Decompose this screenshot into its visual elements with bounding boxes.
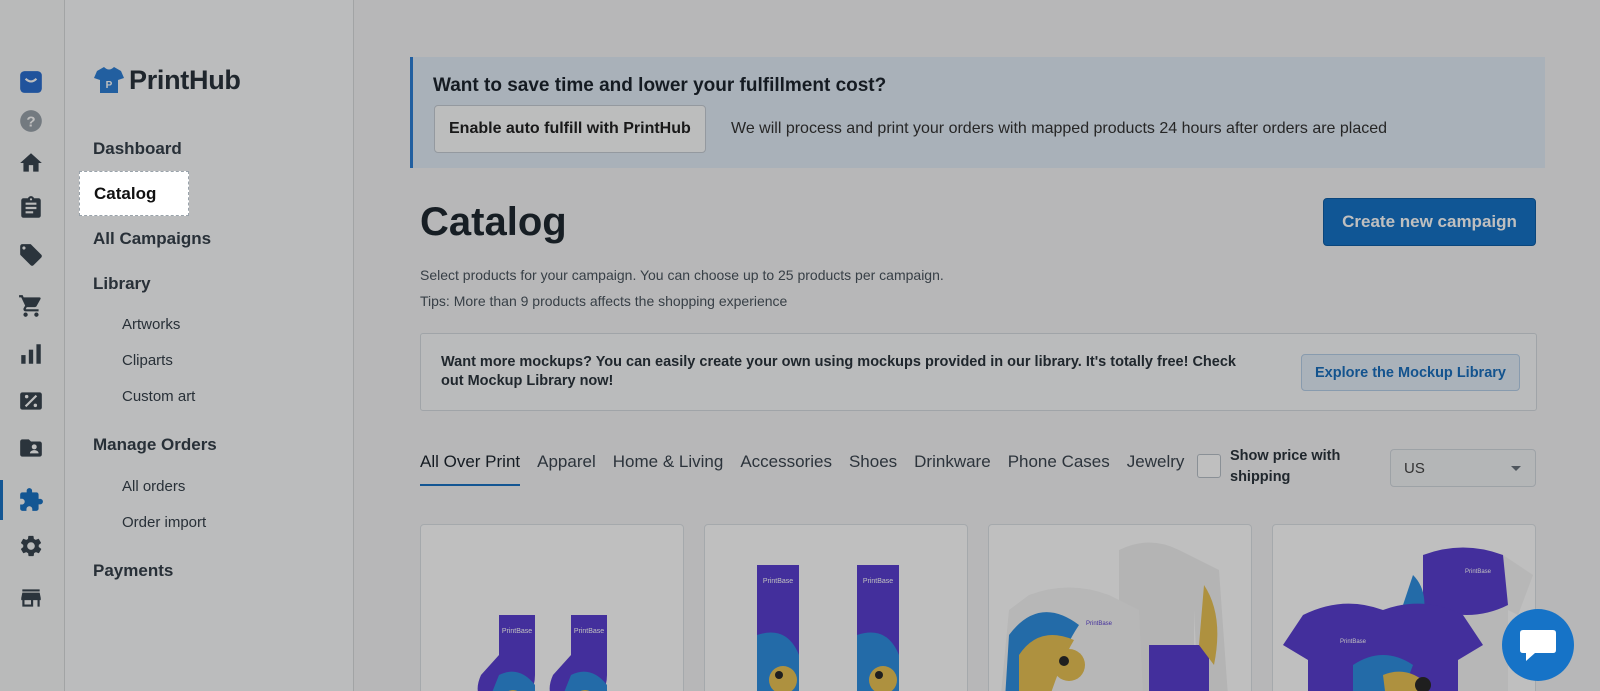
product-brand-label: PrintBase [502,628,532,635]
main-content: Want to save time and lower your fulfill… [354,0,1600,691]
page-title: Catalog [420,200,567,244]
chat-button[interactable] [1502,609,1574,681]
country-value: US [1404,459,1425,477]
country-select[interactable]: US [1390,449,1536,487]
nav-dashboard[interactable]: Dashboard [93,139,182,159]
rail-active-indicator [0,480,3,520]
tab-apparel[interactable]: Apparel [537,450,596,486]
puzzle-icon[interactable] [16,485,46,515]
category-tabs: All Over Print Apparel Home & Living Acc… [420,450,1201,488]
nav-all-campaigns[interactable]: All Campaigns [93,229,211,249]
show-price-label: Show price with shipping [1230,448,1341,485]
tab-jewelry[interactable]: Jewelry [1127,450,1185,486]
tee-image: PrintBase PrintBase [1283,547,1533,691]
product-brand-label: PrintBase [1465,569,1492,575]
nav-cliparts[interactable]: Cliparts [122,352,173,369]
product-brand-label: PrintBase [574,628,604,635]
svg-text:P: P [106,80,113,91]
nav-manage-orders[interactable]: Manage Orders [93,435,217,455]
chat-bubble-icon [1520,630,1556,661]
product-card[interactable]: PrintBase PrintBase [704,524,968,691]
enable-auto-fulfill-button[interactable]: Enable auto fulfill with PrintHub [434,105,706,153]
nav-all-orders[interactable]: All orders [122,478,185,495]
contacts-icon[interactable] [16,433,46,463]
banner-title: Want to save time and lower your fulfill… [433,75,887,96]
product-brand-label: PrintBase [763,578,793,585]
chevron-down-icon [1511,465,1521,471]
nav-catalog[interactable]: Catalog [79,171,189,216]
analytics-icon[interactable] [16,339,46,369]
product-card[interactable]: PrintBase PrintBase [1272,524,1536,691]
help-icon[interactable]: ? [16,106,46,136]
catalog-tip: Tips: More than 9 products affects the s… [420,293,788,309]
home-icon[interactable] [16,148,46,178]
product-card[interactable]: PrintBase PrintBase [420,524,684,691]
store-bag-icon[interactable] [16,67,46,97]
brand-name: PrintHub [129,64,241,95]
product-brand-label: PrintBase [1086,621,1113,627]
settings-icon[interactable] [16,531,46,561]
tab-drinkware[interactable]: Drinkware [914,450,991,486]
tab-accessories[interactable]: Accessories [740,450,832,486]
nav-order-import[interactable]: Order import [122,514,206,531]
product-grid: PrintBase PrintBase PrintBase PrintBase [420,524,1536,691]
banner-text: We will process and print your orders wi… [731,120,1388,137]
discount-icon[interactable] [16,386,46,416]
tshirt-logo-icon: P [94,67,124,93]
clipboard-icon[interactable] [16,193,46,223]
catalog-description: Select products for your campaign. You c… [420,267,944,283]
storefront-icon[interactable] [16,583,46,613]
tab-home-living[interactable]: Home & Living [613,450,724,486]
svg-text:?: ? [26,113,35,130]
explore-mockup-library-button[interactable]: Explore the Mockup Library [1301,354,1520,391]
tab-phone-cases[interactable]: Phone Cases [1008,450,1110,486]
product-brand-label: PrintBase [863,578,893,585]
icon-rail: ? [0,0,65,691]
logo[interactable]: P PrintHub [93,64,241,96]
product-brand-label: PrintBase [1340,639,1367,645]
crew-socks-image: PrintBase PrintBase [757,565,899,691]
fulfill-banner: Want to save time and lower your fulfill… [410,57,1545,168]
ankle-socks-image: PrintBase PrintBase [477,615,607,691]
long-sleeve-tee-image: PrintBase [1001,542,1228,691]
product-card[interactable]: PrintBase [988,524,1252,691]
sidebar: P PrintHub Dashboard All Campaigns Libra… [65,0,354,691]
mockup-promo: Want more mockups? You can easily create… [420,333,1537,411]
mockup-promo-text: Want more mockups? You can easily create… [441,354,1236,389]
tags-icon[interactable] [16,240,46,270]
show-price-toggle: Show price with shipping [1197,446,1350,488]
nav-library[interactable]: Library [93,274,151,294]
create-campaign-button[interactable]: Create new campaign [1323,198,1536,246]
nav-payments[interactable]: Payments [93,561,173,581]
show-price-checkbox[interactable] [1197,454,1221,478]
nav-artworks[interactable]: Artworks [122,316,180,333]
nav-custom-art[interactable]: Custom art [122,388,195,405]
cart-icon[interactable] [16,291,46,321]
tab-all-over-print[interactable]: All Over Print [420,450,521,486]
tab-shoes[interactable]: Shoes [849,450,897,486]
